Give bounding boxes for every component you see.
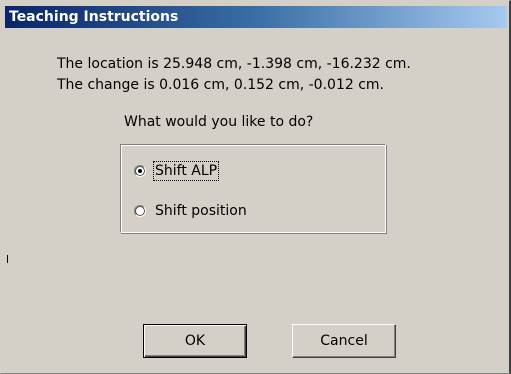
radio-label-shift-position[interactable]: Shift position xyxy=(155,203,247,219)
dialog-window: Teaching Instructions The location is 25… xyxy=(0,0,511,374)
radio-button-unchecked-icon[interactable] xyxy=(134,205,146,217)
question-label: What would you like to do? xyxy=(124,114,314,130)
title-bar[interactable]: Teaching Instructions xyxy=(5,6,507,28)
radio-label-shift-alp[interactable]: Shift ALP xyxy=(152,161,220,181)
radio-button-checked-icon[interactable] xyxy=(134,165,146,177)
location-message: The location is 25.948 cm, -1.398 cm, -1… xyxy=(57,56,411,72)
radio-shift-position[interactable]: Shift position xyxy=(134,201,247,221)
radio-shift-alp[interactable]: Shift ALP xyxy=(134,161,220,181)
change-message: The change is 0.016 cm, 0.152 cm, -0.012… xyxy=(57,77,384,93)
cancel-button[interactable]: Cancel xyxy=(292,324,396,358)
divider-tick xyxy=(7,255,8,263)
window-title: Teaching Instructions xyxy=(9,9,179,25)
ok-button[interactable]: OK xyxy=(143,324,247,358)
